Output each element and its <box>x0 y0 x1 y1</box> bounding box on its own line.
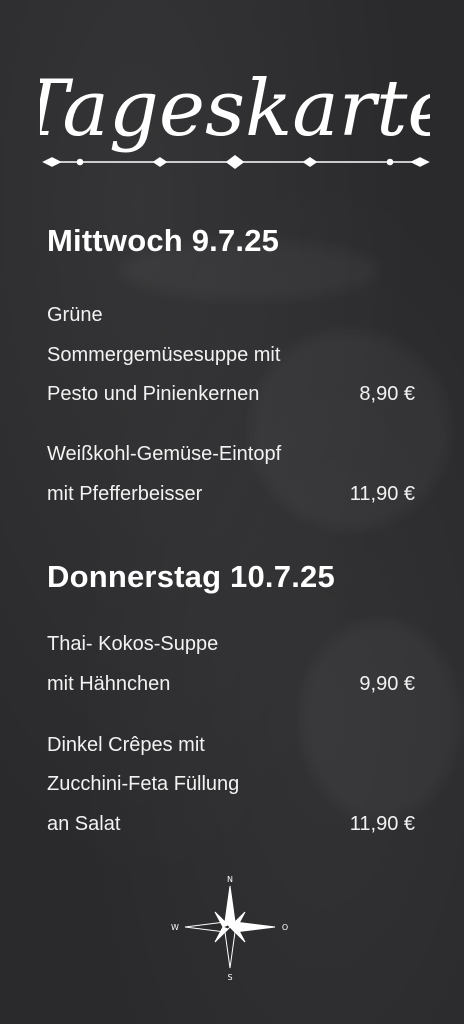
menu-item-line: Dinkel Crêpes mit <box>47 734 205 756</box>
menu-item-line: mit Pfefferbeisser <box>47 483 203 505</box>
menu-item-price: 11,90 € <box>349 813 415 835</box>
compass-rose-icon: N S W O <box>171 875 288 982</box>
menu-item-price: 11,90 € <box>349 483 415 505</box>
compass-east: O <box>282 923 288 932</box>
day-heading-wednesday: Mittwoch 9.7.25 <box>47 223 280 258</box>
compass-south: S <box>227 973 232 982</box>
day-heading-thursday: Donnerstag 10.7.25 <box>47 559 335 594</box>
menu-item-line: Weißkohl-Gemüse-Eintopf <box>47 443 282 465</box>
flourish-divider <box>42 155 430 169</box>
menu-title: Tageskarte <box>40 64 430 154</box>
menu-item-line: Thai- Kokos-Suppe <box>47 633 219 655</box>
menu-item-price: 8,90 € <box>359 383 415 405</box>
compass-west: W <box>171 923 179 932</box>
title-lettering: Tageskarte <box>40 64 430 169</box>
menu-item-price: 9,90 € <box>359 673 415 695</box>
menu-item-line: mit Hähnchen <box>47 673 171 695</box>
menu-item-line: an Salat <box>47 813 121 835</box>
menu-item-line: Grüne <box>47 304 103 326</box>
chalkboard-menu: Tageskarte Mittwoch 9.7.25 Grüne Sommerg… <box>0 0 464 1024</box>
menu-item-line: Sommergemüsesuppe mit <box>47 344 281 366</box>
chalk-smudge <box>300 620 460 820</box>
menu-item-line: Pesto und Pinienkernen <box>47 383 260 405</box>
compass-north: N <box>227 875 233 884</box>
menu-item-line: Zucchini-Feta Füllung <box>47 773 240 795</box>
